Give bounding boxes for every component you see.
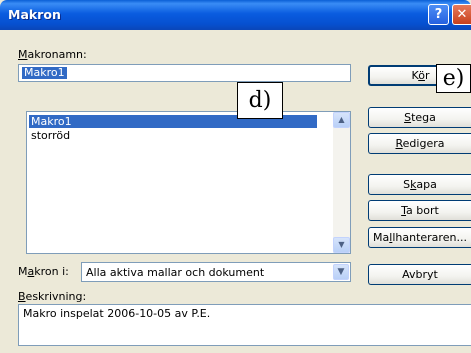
title-bar[interactable]: Makron ? ✕: [0, 0, 471, 30]
help-icon: ?: [434, 7, 443, 22]
chevron-down-icon: ▼: [337, 267, 345, 277]
chevron-down-icon: ▼: [338, 240, 345, 249]
macros-in-dropdown-button[interactable]: ▼: [333, 264, 349, 280]
edit-button-label: Redigera: [395, 137, 445, 150]
run-button-label: Kör: [411, 69, 430, 82]
create-button[interactable]: Skapa: [368, 174, 471, 195]
organizer-button-label: Mallhanteraren...: [373, 231, 467, 244]
close-button[interactable]: ✕: [452, 4, 471, 25]
list-item-storrod[interactable]: storröd: [29, 129, 72, 142]
description-label: Beskrivning:: [18, 290, 87, 303]
cancel-button[interactable]: Avbryt: [368, 264, 471, 285]
chevron-up-icon: ▲: [338, 115, 345, 124]
macro-name-value: Makro1: [22, 66, 67, 79]
delete-button-label: Ta bort: [401, 204, 439, 217]
help-button[interactable]: ?: [428, 4, 449, 25]
organizer-button[interactable]: Mallhanteraren...: [368, 227, 471, 248]
description-field: Makro inspelat 2006-10-05 av P.E.: [18, 304, 471, 346]
close-icon: ✕: [456, 7, 468, 22]
list-scrollbar[interactable]: ▲ ▼: [333, 112, 350, 253]
window-title: Makron: [8, 7, 61, 22]
callout-e: e): [436, 64, 471, 93]
scroll-up-button[interactable]: ▲: [333, 112, 350, 128]
macros-in-value: Alla aktiva mallar och dokument: [86, 266, 265, 279]
macro-name-input[interactable]: Makro1: [18, 64, 351, 82]
description-value: Makro inspelat 2006-10-05 av P.E.: [23, 307, 211, 320]
create-button-label: Skapa: [403, 178, 437, 191]
macro-name-label: Makronamn:: [18, 48, 87, 61]
edit-button[interactable]: Redigera: [368, 133, 471, 154]
callout-d: d): [237, 82, 283, 119]
delete-button[interactable]: Ta bort: [368, 200, 471, 221]
scroll-down-button[interactable]: ▼: [333, 237, 350, 253]
step-button[interactable]: Stega: [368, 107, 471, 128]
step-button-label: Stega: [404, 111, 436, 124]
macros-in-label: Makron i:: [18, 265, 69, 278]
macros-in-select[interactable]: Alla aktiva mallar och dokument ▼: [81, 262, 351, 282]
cancel-button-label: Avbryt: [402, 268, 438, 281]
macro-list[interactable]: Makro1 storröd ▲ ▼: [26, 111, 351, 254]
